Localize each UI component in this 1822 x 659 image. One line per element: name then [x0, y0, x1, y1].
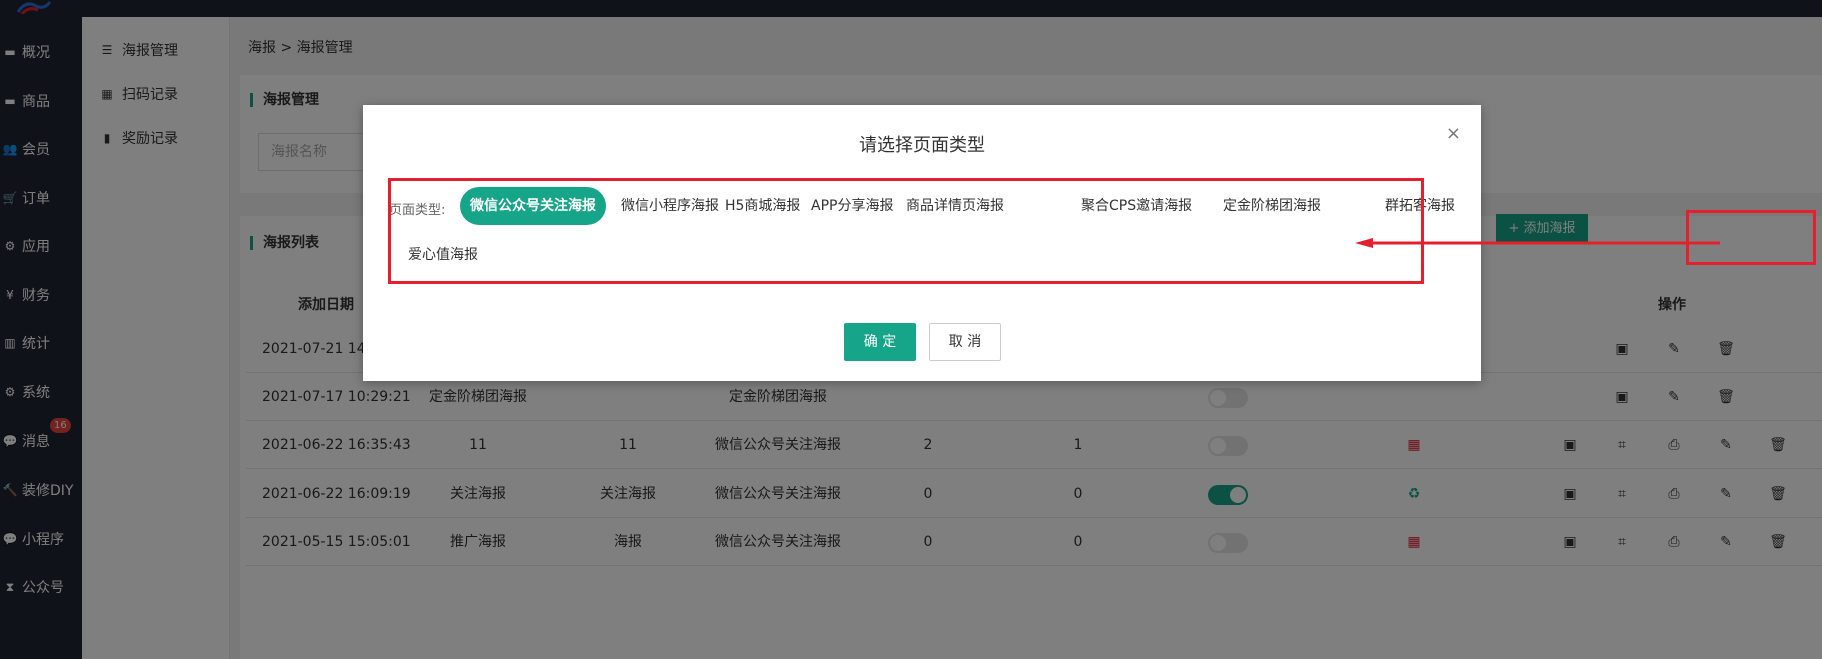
confirm-button[interactable]: 确 定: [844, 323, 916, 361]
cancel-button[interactable]: 取 消: [929, 323, 1001, 361]
close-icon[interactable]: ×: [1446, 123, 1461, 144]
annotation-box-types: [388, 178, 1424, 284]
dialog-title: 请选择页面类型: [859, 135, 985, 156]
annotation-arrow: [1355, 238, 1720, 248]
